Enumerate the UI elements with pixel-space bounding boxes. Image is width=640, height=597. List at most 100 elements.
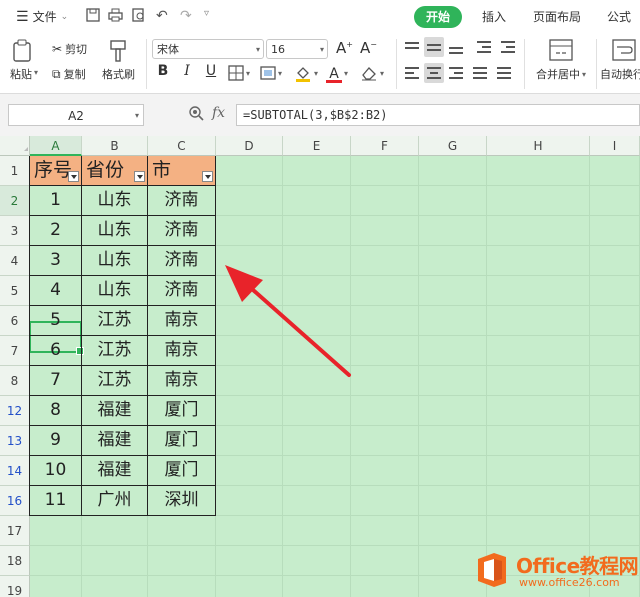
cell-province[interactable]: 江苏 <box>82 366 148 396</box>
paste-button[interactable] <box>12 39 34 67</box>
chevron-down-icon[interactable]: ▾ <box>344 69 348 78</box>
tab-insert[interactable]: 插入 <box>482 8 506 25</box>
tab-home[interactable]: 开始 <box>414 6 462 28</box>
wrap-text-icon[interactable] <box>612 39 636 65</box>
zoom-icon[interactable] <box>188 105 204 125</box>
cell-index[interactable]: 8 <box>30 396 82 426</box>
align-top-icon[interactable] <box>402 37 422 57</box>
row-header-16[interactable]: 16 <box>0 486 30 516</box>
cell-city[interactable]: 济南 <box>148 216 216 246</box>
chevron-down-icon[interactable]: ▾ <box>380 69 384 78</box>
row-header-5[interactable]: 5 <box>0 276 30 306</box>
italic-icon[interactable]: I <box>178 63 196 79</box>
merge-center-icon[interactable] <box>549 39 573 65</box>
decrease-font-icon[interactable]: A− <box>360 39 377 57</box>
column-header-h[interactable]: H <box>487 136 590 156</box>
justify-icon[interactable] <box>470 63 490 83</box>
cell-index[interactable]: 2 <box>30 216 82 246</box>
row-header-14[interactable]: 14 <box>0 456 30 486</box>
filter-dropdown-icon[interactable] <box>202 171 213 182</box>
cell-city[interactable]: 济南 <box>148 276 216 306</box>
select-all-corner[interactable] <box>0 136 30 156</box>
cell-city[interactable]: 济南 <box>148 186 216 216</box>
font-size-select[interactable]: 16 ▾ <box>266 39 328 59</box>
cell-province[interactable]: 广州 <box>82 486 148 516</box>
header-cell-province[interactable]: 省份 <box>82 156 148 186</box>
column-header-a[interactable]: A <box>30 136 82 156</box>
file-menu[interactable]: ☰ 文件 ⌄ <box>16 8 68 25</box>
row-header-4[interactable]: 4 <box>0 246 30 276</box>
row-header-7[interactable]: 7 <box>0 336 30 366</box>
save-icon[interactable] <box>86 8 100 25</box>
tab-page-layout[interactable]: 页面布局 <box>533 8 581 25</box>
align-bottom-icon[interactable] <box>446 37 466 57</box>
cell-index[interactable]: 5 <box>30 306 82 336</box>
name-box[interactable]: A2 ▾ <box>8 104 144 126</box>
font-name-select[interactable]: 宋体 ▾ <box>152 39 264 59</box>
format-painter-label[interactable]: 格式刷 <box>102 66 135 82</box>
copy-button[interactable]: ⧉ 复制 <box>52 66 86 82</box>
column-header-d[interactable]: D <box>216 136 283 156</box>
print-icon[interactable] <box>108 8 123 25</box>
column-header-g[interactable]: G <box>419 136 487 156</box>
align-middle-icon[interactable] <box>424 37 444 57</box>
chevron-down-icon[interactable]: ▾ <box>278 69 282 78</box>
cell-index[interactable]: 7 <box>30 366 82 396</box>
cell-index[interactable]: 3 <box>30 246 82 276</box>
merge-center-button[interactable]: 合并居中 ▾ <box>536 66 586 82</box>
row-header-8[interactable]: 8 <box>0 366 30 396</box>
row-header-18[interactable]: 18 <box>0 546 30 576</box>
print-preview-icon[interactable] <box>132 8 146 25</box>
align-left-icon[interactable] <box>402 63 422 83</box>
cell-province[interactable]: 福建 <box>82 396 148 426</box>
cell-city[interactable]: 南京 <box>148 306 216 336</box>
cell-index[interactable]: 1 <box>30 186 82 216</box>
column-header-e[interactable]: E <box>283 136 351 156</box>
undo-icon[interactable]: ↶ <box>156 8 168 24</box>
row-header-13[interactable]: 13 <box>0 426 30 456</box>
distributed-align-icon[interactable] <box>494 63 514 83</box>
cell-province[interactable]: 山东 <box>82 246 148 276</box>
cell-index[interactable]: 6 <box>30 336 82 366</box>
row-header-17[interactable]: 17 <box>0 516 30 546</box>
row-header-1[interactable]: 1 <box>0 156 30 186</box>
cell-index[interactable]: 11 <box>30 486 82 516</box>
column-header-b[interactable]: B <box>82 136 148 156</box>
function-icon[interactable]: fx <box>212 105 225 121</box>
font-color-icon[interactable]: A <box>326 63 342 83</box>
chevron-down-icon[interactable]: ▾ <box>246 69 250 78</box>
header-cell-index[interactable]: 序号 <box>30 156 82 186</box>
cell-city[interactable]: 深圳 <box>148 486 216 516</box>
column-header-c[interactable]: C <box>148 136 216 156</box>
chevron-down-icon[interactable]: ▾ <box>314 69 318 78</box>
cut-button[interactable]: ✂ 剪切 <box>52 41 87 57</box>
border-icon[interactable] <box>228 65 244 85</box>
cell-index[interactable]: 4 <box>30 276 82 306</box>
filter-dropdown-icon[interactable] <box>134 171 145 182</box>
cell-province[interactable]: 山东 <box>82 186 148 216</box>
cell-province[interactable]: 山东 <box>82 216 148 246</box>
formula-input[interactable]: =SUBTOTAL(3,$B$2:B2) <box>236 104 640 126</box>
cell-province[interactable]: 福建 <box>82 456 148 486</box>
cell-city[interactable]: 厦门 <box>148 456 216 486</box>
header-cell-city[interactable]: 市 <box>148 156 216 186</box>
cell-province[interactable]: 江苏 <box>82 306 148 336</box>
cell-city[interactable]: 济南 <box>148 246 216 276</box>
filter-dropdown-icon[interactable] <box>68 171 79 182</box>
cell-city[interactable]: 厦门 <box>148 396 216 426</box>
row-header-2[interactable]: 2 <box>0 186 30 216</box>
cell-index[interactable]: 10 <box>30 456 82 486</box>
bold-icon[interactable]: B <box>154 63 172 79</box>
clear-format-icon[interactable] <box>360 65 378 85</box>
column-header-i[interactable]: I <box>590 136 640 156</box>
redo-icon[interactable]: ↷ <box>180 8 192 24</box>
align-right-icon[interactable] <box>446 63 466 83</box>
cell-city[interactable]: 南京 <box>148 336 216 366</box>
row-header-6[interactable]: 6 <box>0 306 30 336</box>
increase-indent-icon[interactable] <box>498 37 518 57</box>
row-header-19[interactable]: 19 <box>0 576 30 597</box>
decrease-indent-icon[interactable] <box>474 37 494 57</box>
cell-style-icon[interactable] <box>260 65 276 85</box>
tab-formulas[interactable]: 公式 <box>607 8 631 25</box>
underline-icon[interactable]: U <box>202 63 220 79</box>
